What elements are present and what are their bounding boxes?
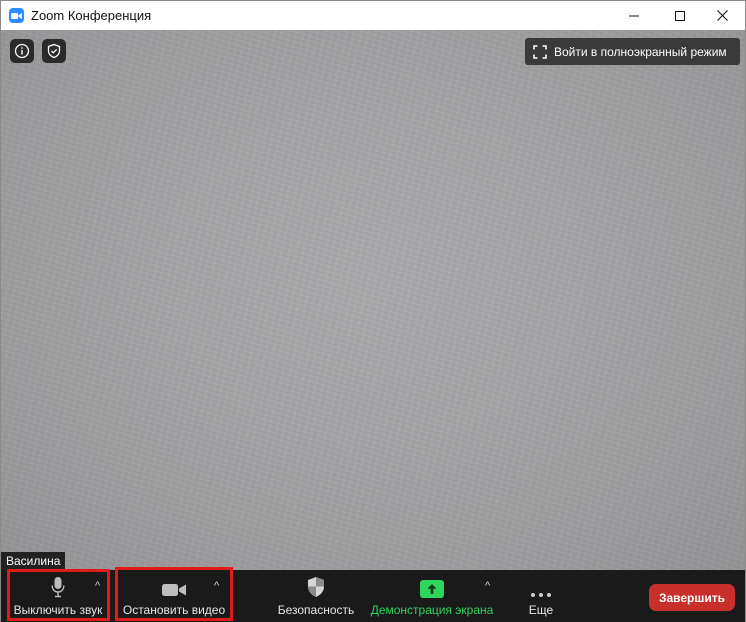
title-bar: Zoom Конференция [1, 1, 745, 30]
more-label: Еще [528, 603, 554, 617]
share-screen-arrow-up-icon [420, 580, 444, 598]
fullscreen-icon [533, 44, 547, 59]
minimize-icon [629, 15, 639, 16]
maximize-button[interactable] [657, 1, 703, 30]
more-dots-icon [531, 593, 551, 597]
share-screen-label: Демонстрация экрана [370, 603, 494, 617]
fullscreen-button[interactable]: Войти в полноэкранный режим [525, 38, 740, 65]
video-area: Войти в полноэкранный режим Василина [1, 30, 745, 570]
share-options-chevron-up-icon[interactable]: ^ [485, 580, 490, 592]
security-label: Безопасность [277, 603, 355, 617]
close-icon [716, 10, 728, 21]
encryption-button[interactable] [42, 39, 66, 63]
meeting-info-button[interactable] [10, 39, 34, 63]
mute-highlight-frame [7, 569, 110, 621]
minimize-button[interactable] [611, 1, 657, 30]
meeting-toolbar: Выключить звук ^ Остановить видео ^ Безо… [1, 570, 745, 622]
zoom-logo-icon [9, 8, 24, 23]
fullscreen-label: Войти в полноэкранный режим [554, 44, 727, 59]
maximize-icon [675, 10, 685, 21]
window-title: Zoom Конференция [31, 8, 152, 23]
end-meeting-button[interactable]: Завершить [649, 584, 735, 611]
info-icon [14, 43, 30, 59]
participant-name-tag: Василина [1, 552, 66, 570]
share-screen-button[interactable]: Демонстрация экрана [365, 570, 499, 622]
shield-check-icon [47, 43, 61, 59]
close-button[interactable] [699, 1, 745, 30]
shield-icon [308, 577, 324, 597]
security-button[interactable]: Безопасность [271, 570, 361, 622]
zoom-window: Zoom Конференция Войти в полноэкранный р… [0, 0, 746, 622]
video-highlight-frame [115, 567, 233, 621]
more-button[interactable]: Еще [515, 570, 567, 622]
